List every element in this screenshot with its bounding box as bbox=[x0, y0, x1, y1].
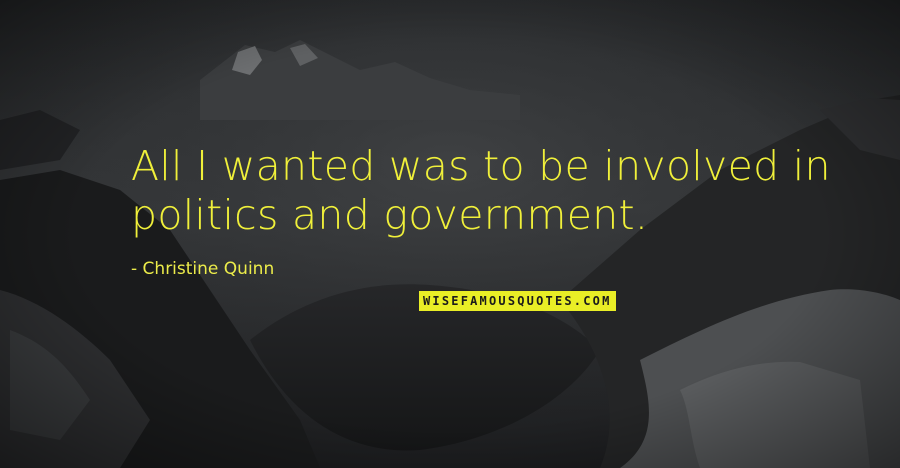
quote-card: All I wanted was to be involved in polit… bbox=[0, 0, 900, 468]
author-name: Christine Quinn bbox=[142, 259, 275, 279]
site-logo: WISEFAMOUSQUOTES.COM bbox=[419, 291, 616, 311]
quote-author: - Christine Quinn bbox=[131, 259, 275, 279]
quote-text: All I wanted was to be involved in polit… bbox=[131, 142, 831, 239]
